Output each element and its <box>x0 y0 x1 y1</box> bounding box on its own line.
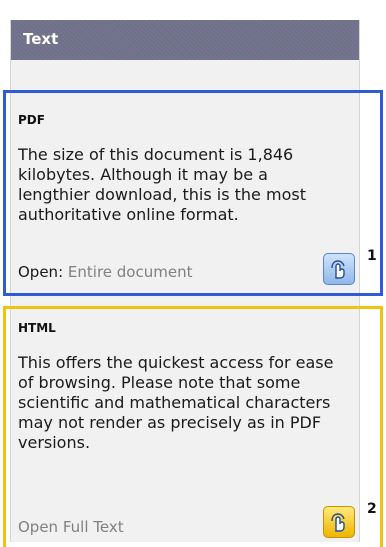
pdf-open-line: Open: Entire document <box>18 263 192 281</box>
html-description: This offers the quickest access for ease… <box>18 353 334 452</box>
entire-document-link[interactable]: Entire document <box>68 263 193 281</box>
pdf-open-label: Open: <box>18 263 64 281</box>
html-open-line: Open Full Text <box>18 518 124 536</box>
open-full-text-link[interactable]: Open Full Text <box>18 518 124 536</box>
html-heading: HTML <box>18 321 56 335</box>
pdf-description: The size of this document is 1,846 kilob… <box>18 145 306 224</box>
hand-pointer-icon <box>331 260 345 279</box>
pdf-marker-number: 1 <box>367 248 377 264</box>
html-marker-number: 2 <box>367 501 377 517</box>
hand-pointer-icon <box>331 513 345 532</box>
html-marker-badge[interactable] <box>323 506 355 538</box>
panel-header: Text <box>11 20 359 60</box>
panel-title: Text <box>23 30 59 48</box>
pdf-heading: PDF <box>18 113 45 127</box>
pdf-marker-badge[interactable] <box>323 253 355 285</box>
